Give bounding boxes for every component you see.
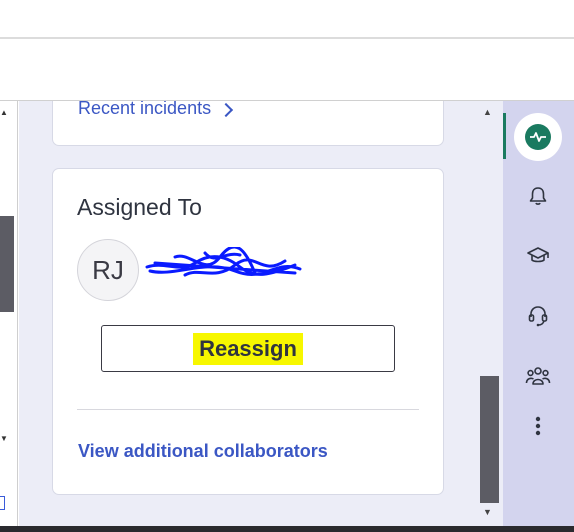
panel-scroll-up-arrow[interactable]: ▲ xyxy=(483,107,492,117)
support-button[interactable] xyxy=(521,299,555,333)
left-scrollbar-thumb[interactable] xyxy=(0,216,14,312)
view-collaborators-link[interactable]: View additional collaborators xyxy=(78,441,328,462)
assigned-to-heading: Assigned To xyxy=(77,194,202,220)
redacted-name-scribble xyxy=(145,247,302,277)
incidents-card: Recent incidents xyxy=(52,101,444,146)
avatar: RJ xyxy=(77,239,139,301)
bell-icon xyxy=(529,187,547,205)
recent-incidents-link[interactable]: Recent incidents xyxy=(78,101,234,119)
active-indicator xyxy=(503,113,506,159)
more-options-button[interactable] xyxy=(521,409,555,443)
detail-panel: Recent incidents Assigned To RJ Reassign… xyxy=(19,101,503,526)
team-button[interactable] xyxy=(521,359,555,393)
top-toolbar xyxy=(0,0,574,39)
chevron-right-icon xyxy=(219,102,234,117)
recent-incidents-label: Recent incidents xyxy=(78,101,212,118)
right-icon-rail xyxy=(503,101,574,526)
bottom-taskbar xyxy=(0,526,574,532)
left-scroll-down-arrow[interactable]: ▼ xyxy=(0,434,8,443)
learning-button[interactable] xyxy=(521,239,555,273)
avatar-initials: RJ xyxy=(92,254,124,285)
panel-scrollbar-thumb[interactable] xyxy=(480,376,499,503)
headset-icon xyxy=(528,306,548,327)
notifications-button[interactable] xyxy=(521,179,555,213)
pulse-button[interactable] xyxy=(514,113,562,161)
more-vertical-icon xyxy=(535,416,541,436)
left-pane xyxy=(0,101,18,526)
card-divider xyxy=(77,409,419,410)
assigned-to-card: Assigned To RJ Reassign View additional … xyxy=(52,168,444,495)
pulse-icon xyxy=(525,124,551,150)
graduation-cap-icon xyxy=(527,247,549,263)
reassign-label: Reassign xyxy=(193,332,303,365)
panel-scroll-down-arrow[interactable]: ▼ xyxy=(483,507,492,517)
left-edge-icon xyxy=(0,496,5,510)
header-bar xyxy=(0,39,574,101)
team-icon xyxy=(525,367,551,385)
reassign-button[interactable]: Reassign xyxy=(101,325,395,372)
left-scroll-up-arrow[interactable]: ▲ xyxy=(0,108,8,117)
